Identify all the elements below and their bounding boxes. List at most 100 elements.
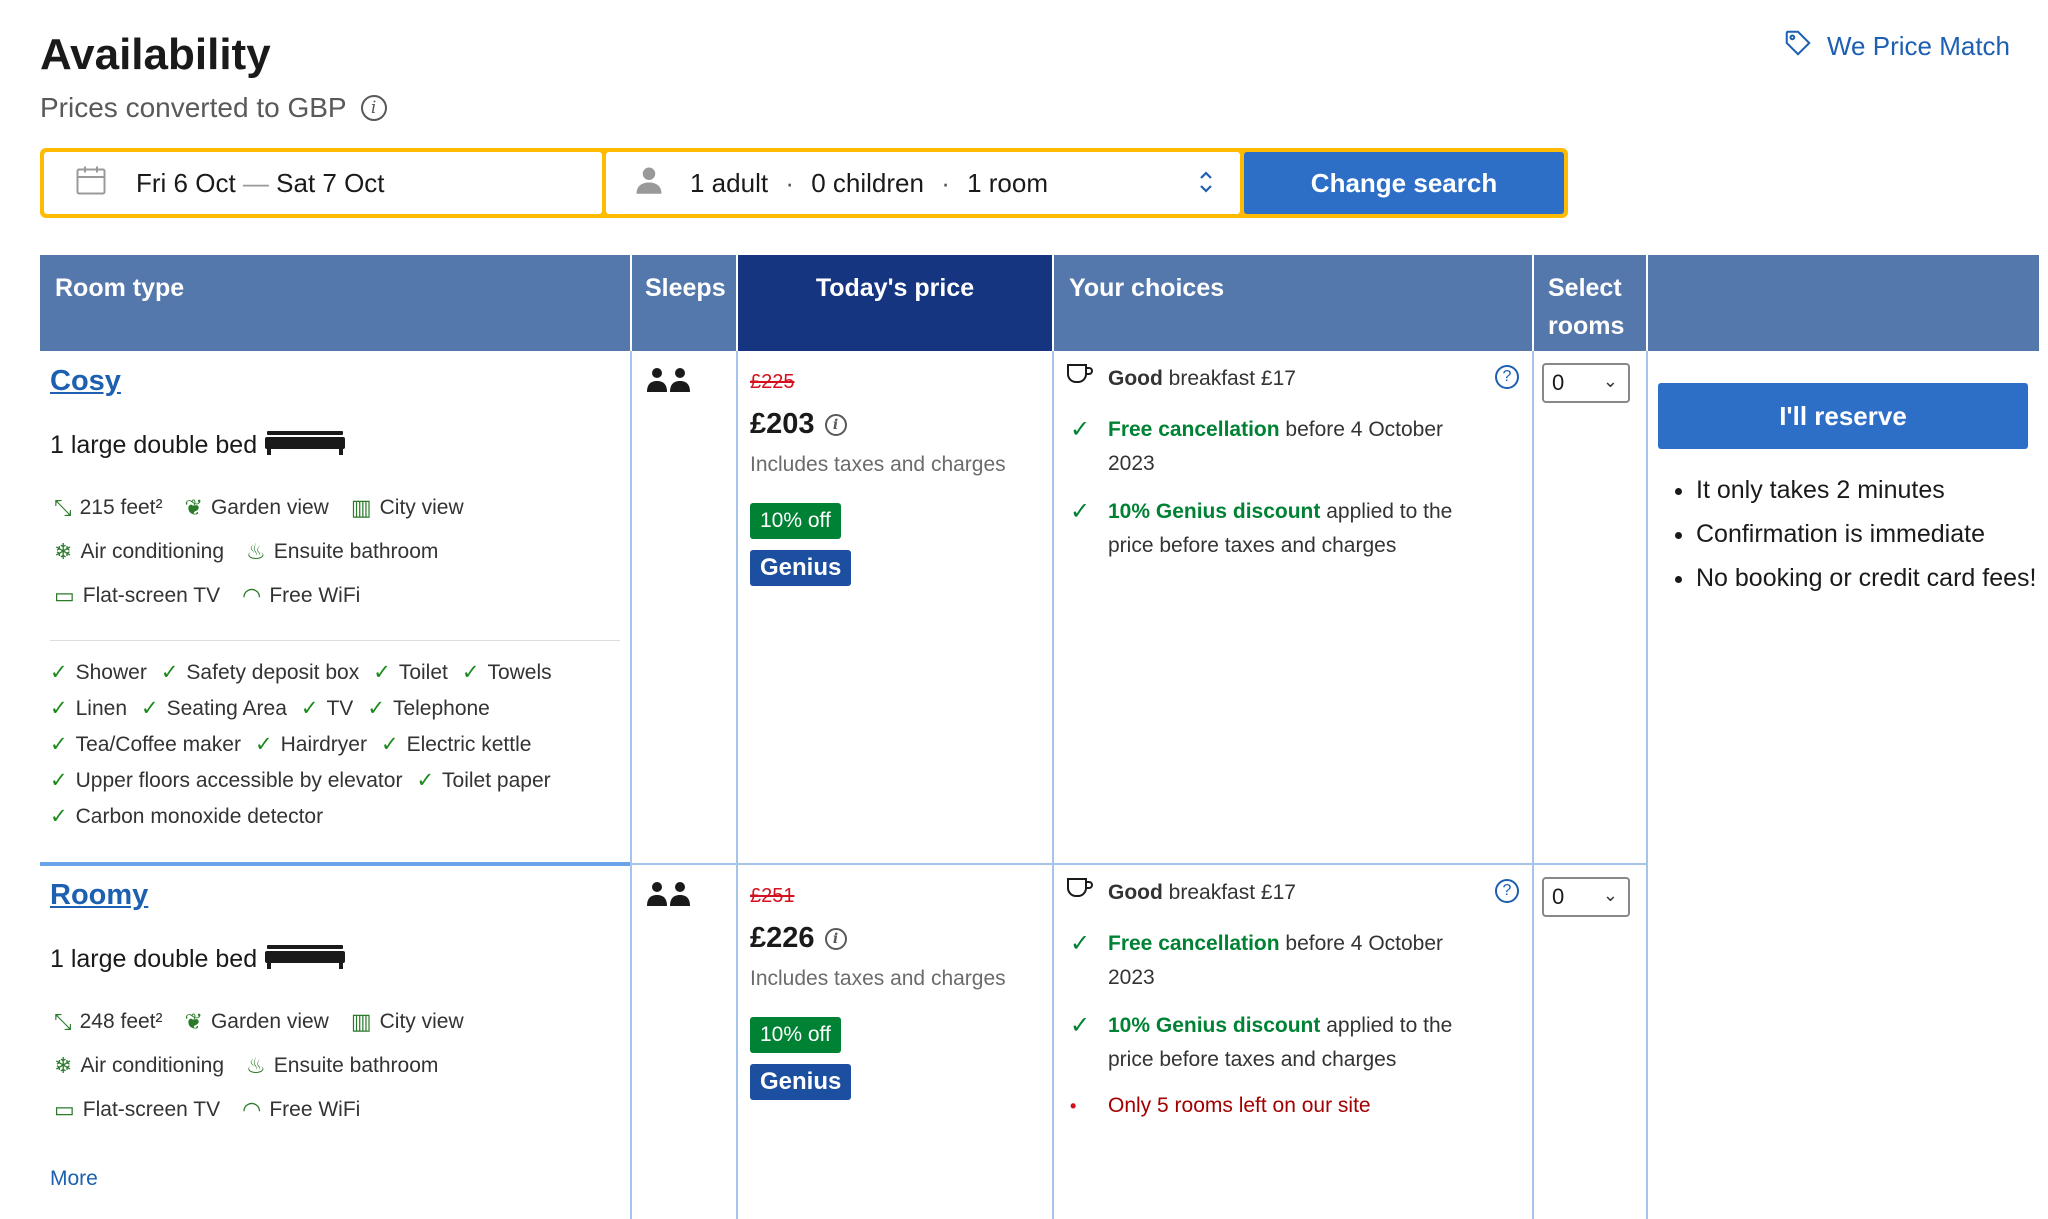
room-name-link[interactable]: Roomy (50, 879, 148, 912)
date-range: Fri 6 Oct — Sat 7 Oct (136, 168, 385, 199)
bed-info: 1 large double bed (50, 427, 346, 464)
info-icon[interactable]: i (824, 413, 847, 436)
discount-badge: 10% off (750, 503, 841, 539)
reserve-button[interactable]: I'll reserve (1658, 383, 2028, 449)
header-price: Today's price (738, 255, 1052, 351)
tv-icon: ▭ (54, 583, 75, 608)
free-cancellation: Free cancellation (1108, 932, 1280, 955)
bed-label: 1 large double bed (50, 945, 258, 973)
header-choices: Your choices (1054, 255, 1532, 351)
price-match-label: We Price Match (1826, 31, 2010, 61)
guest-picker[interactable]: 1 adult · 0 children · 1 room (606, 152, 1240, 214)
breakfast-option: Good breakfast £17 (1066, 876, 1486, 911)
header-select-rooms: Select rooms (1534, 255, 1646, 351)
date-separator: — (242, 167, 269, 198)
facility: ❦ Garden view (185, 1009, 329, 1035)
guests-icon (646, 367, 692, 398)
snowflake-icon: ❄ (54, 1053, 73, 1078)
room-quantity-select[interactable]: 0 ⌄ (1542, 363, 1630, 403)
genius-discount-note: ✓ 10% Genius discount applied to the pri… (1070, 495, 1490, 563)
current-price: £203 i (750, 408, 847, 441)
breakfast-quality: Good (1108, 367, 1163, 390)
row-divider (630, 863, 1648, 865)
reserve-benefits: It only takes 2 minutes Confirmation is … (1668, 468, 2048, 600)
help-icon[interactable]: ? (1495, 365, 1519, 389)
facility: ❄ Air conditioning (54, 1053, 224, 1079)
facility-label: Garden view (210, 1010, 329, 1033)
guest-summary: 1 adult · 0 children · 1 room (690, 168, 1048, 199)
facility-label: Ensuite bathroom (273, 1054, 439, 1077)
help-icon[interactable]: ? (1495, 879, 1519, 903)
bed-info: 1 large double bed (50, 941, 346, 978)
amenity: Carbon monoxide detector (50, 799, 323, 835)
room-name-link[interactable]: Cosy (50, 365, 121, 398)
facility: ▭ Flat-screen TV ◠ Free WiFi (54, 583, 634, 609)
facility-label: Ensuite bathroom (273, 540, 439, 563)
info-icon[interactable]: i (824, 927, 847, 950)
select-value: 0 (1552, 370, 1565, 395)
facility-label: Air conditioning (80, 540, 225, 563)
bullet-icon: • (1070, 1096, 1077, 1116)
bed-label: 1 large double bed (50, 431, 258, 459)
person-icon (634, 163, 664, 204)
header-room-type: Room type (40, 255, 630, 351)
facility-label: Garden view (210, 496, 329, 519)
more-link[interactable]: More (50, 1167, 98, 1191)
chevron-down-icon: ⌄ (1602, 885, 1618, 905)
facility: ▥ City view (351, 1009, 464, 1035)
change-search-button[interactable]: Change search (1244, 152, 1564, 214)
dot-separator: · (941, 167, 950, 198)
check-icon: ✓ (1070, 416, 1091, 443)
amenity: Toilet paper (416, 763, 551, 799)
facility: ◠ Free WiFi (242, 583, 360, 609)
facility-label: Free WiFi (269, 584, 361, 607)
bed-icon (265, 427, 346, 464)
bed-icon (265, 941, 346, 978)
amenity: Toilet (373, 655, 448, 691)
cup-icon (1066, 876, 1094, 911)
info-icon[interactable]: i (360, 95, 387, 121)
facility: ❦ Garden view (185, 495, 329, 521)
taxes-note: Includes taxes and charges (750, 453, 1006, 476)
subtitle-text: Prices converted to GBP (40, 92, 347, 123)
taxes-note: Includes taxes and charges (750, 967, 1006, 990)
facility-label: City view (379, 496, 464, 519)
column-divider (1532, 351, 1534, 1219)
scarcity-text: Only 5 rooms left on our site (1108, 1094, 1371, 1117)
amenity: Towels (462, 655, 551, 691)
facility-label: Free WiFi (269, 1098, 361, 1121)
original-price: £251 (750, 885, 795, 907)
tv-icon: ▭ (54, 1097, 75, 1122)
date-to: Sat 7 Oct (276, 167, 385, 198)
breakfast-price: breakfast £17 (1168, 881, 1296, 904)
free-cancellation: Free cancellation (1108, 418, 1280, 441)
amenity: Safety deposit box (161, 655, 359, 691)
children-count: 0 children (811, 167, 924, 198)
breakfast-option: Good breakfast £17 (1066, 362, 1486, 397)
discount-badge: 10% off (750, 1017, 841, 1053)
facility: ▭ Flat-screen TV ◠ Free WiFi (54, 1097, 634, 1123)
check-icon: ✓ (1070, 930, 1091, 957)
price-match-link[interactable]: We Price Match (1783, 28, 2010, 65)
facility-label: City view (379, 1010, 464, 1033)
header-sleeps: Sleeps (632, 255, 736, 351)
facility: ▭ Flat-screen TV (54, 1097, 220, 1123)
size-icon: ⤡ (54, 495, 72, 520)
dot-separator: · (785, 167, 794, 198)
amenity: Tea/Coffee maker (50, 727, 241, 763)
date-picker[interactable]: Fri 6 Oct — Sat 7 Oct (44, 152, 602, 214)
bath-icon: ♨ (246, 539, 266, 564)
check-icon: ✓ (1070, 1012, 1091, 1039)
cup-icon (1066, 362, 1094, 397)
rooms-count: 1 room (967, 167, 1049, 198)
breakfast-quality: Good (1108, 881, 1163, 904)
wifi-icon: ◠ (242, 583, 262, 608)
amenity: Hairdryer (255, 727, 367, 763)
room-amenities: Shower Safety deposit box Toilet Towels Lin… (50, 655, 630, 835)
amenity: Upper floors accessible by elevator (50, 763, 403, 799)
facility-label: Air conditioning (80, 1054, 225, 1077)
facility: ◠ Free WiFi (242, 1097, 360, 1123)
size-label: 248 feet² (79, 1010, 163, 1033)
room-quantity-select[interactable]: 0 ⌄ (1542, 877, 1630, 917)
header-reserve (1648, 255, 2039, 351)
